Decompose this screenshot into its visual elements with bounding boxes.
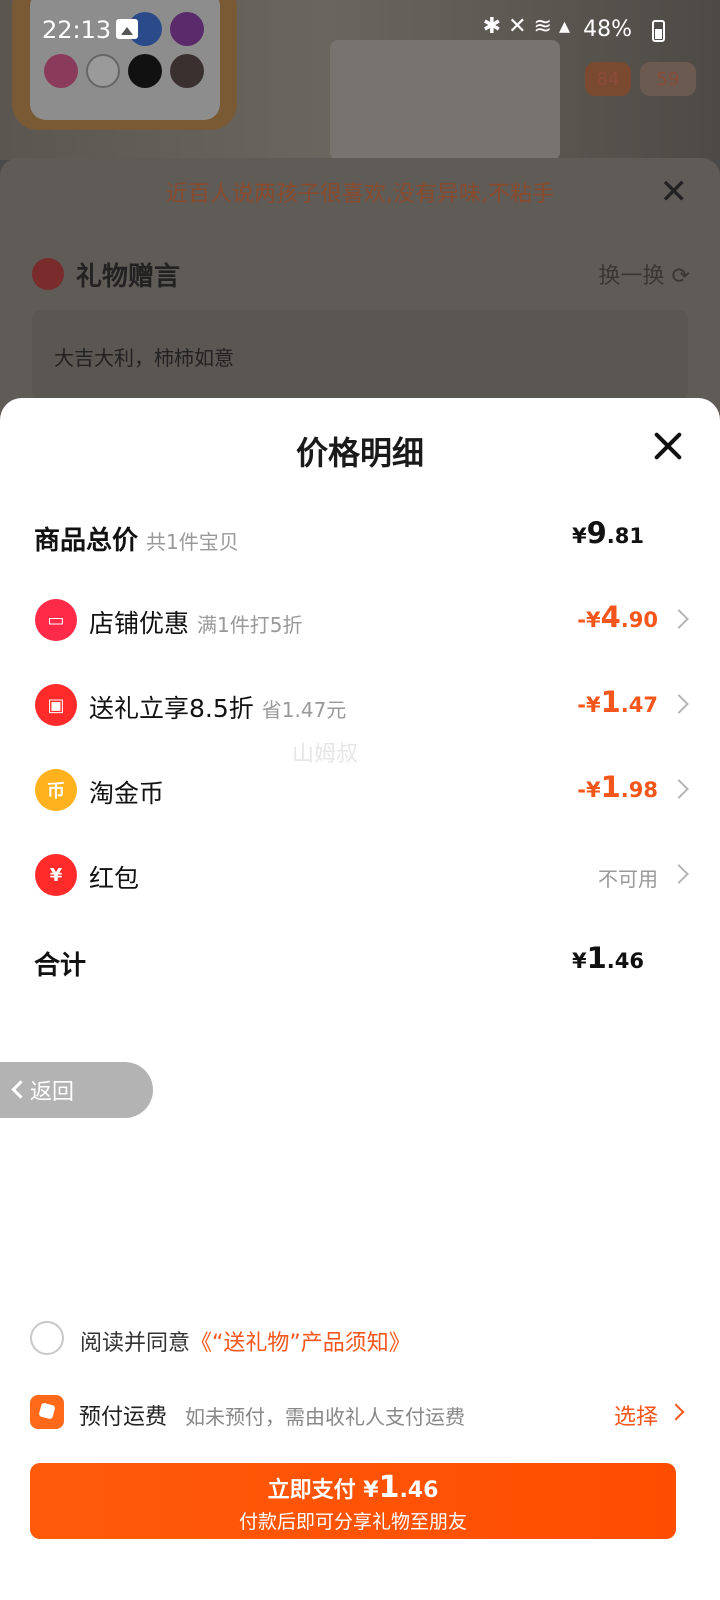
- gift-icon: ▣: [35, 684, 77, 726]
- chevron-left-icon: [11, 1080, 30, 1099]
- freight-icon: [30, 1395, 64, 1429]
- chevron-right-icon: [669, 864, 689, 884]
- back-label: 返回: [30, 1080, 75, 1105]
- coin-icon: 币: [35, 769, 77, 811]
- status-time: 22:13: [42, 16, 112, 44]
- back-button[interactable]: 返回: [0, 1062, 153, 1118]
- freight-title: 预付运费: [79, 1405, 168, 1430]
- gift-discount-saving: 省1.47元: [261, 698, 347, 722]
- coin-label: 淘金币: [89, 779, 165, 808]
- review-banner: 近百人说两孩子很喜欢,没有异味,不粘手: [166, 182, 554, 207]
- total-row: 合计 ¥1.46: [0, 933, 720, 993]
- store-icon: ▭: [35, 599, 77, 641]
- total-label: 合计: [34, 951, 87, 981]
- redpack-status: 不可用: [598, 867, 658, 891]
- badge-count: 59: [640, 62, 696, 96]
- chevron-right-icon: [667, 1403, 685, 1421]
- redpack-label: 红包: [89, 864, 140, 893]
- status-icons: ✱ ✕ ≋ ▴: [482, 14, 570, 39]
- freight-select-button[interactable]: 选择: [614, 1399, 658, 1431]
- goods-count: 共1件宝贝: [146, 530, 239, 554]
- gift-card-dimmed: 近百人说两孩子很喜欢,没有异味,不粘手 ✕ 礼物赠言 换一换 ⟳ 大吉大利，柿柿…: [0, 158, 720, 418]
- freight-hint: 如未预付，需由收礼人支付运费: [185, 1405, 465, 1429]
- goods-total-label: 商品总价 共1件宝贝: [34, 526, 239, 556]
- image-notification-icon: [116, 19, 138, 39]
- status-bar: 22:13 48% ✱ ✕ ≋ ▴: [0, 0, 720, 60]
- chevron-right-icon: [669, 609, 689, 629]
- close-icon: ✕: [659, 172, 689, 212]
- sheet-title: 价格明细: [295, 434, 424, 472]
- pay-button-subtext: 付款后即可分享礼物至朋友: [238, 1511, 467, 1533]
- agreement-row: 阅读并同意《“送礼物”产品须知》: [30, 1321, 690, 1357]
- total-amount: ¥1.46: [571, 941, 644, 975]
- gift-discount-row[interactable]: ▣ 送礼立享8.5折 省1.47元 -¥1.47: [0, 677, 720, 737]
- chevron-right-icon: [669, 694, 689, 714]
- pay-now-button[interactable]: 立即支付 ¥1.46 付款后即可分享礼物至朋友: [30, 1463, 676, 1539]
- gift-discount-label: 送礼立享8.5折 省1.47元: [89, 694, 347, 723]
- red-packet-icon: ¥: [35, 854, 77, 896]
- badge-count: 84: [585, 62, 631, 96]
- store-discount-rule: 满1件打5折: [197, 613, 303, 637]
- chevron-right-icon: [669, 779, 689, 799]
- battery-icon: [652, 20, 665, 42]
- store-discount-amount: -¥4.90: [577, 600, 658, 634]
- watermark: 山姆叔: [292, 742, 359, 767]
- gift-discount-amount: -¥1.47: [577, 685, 658, 719]
- prepaid-freight-row[interactable]: 预付运费 如未预付，需由收礼人支付运费 选择: [30, 1393, 690, 1433]
- agreement-text: 阅读并同意《“送礼物”产品须知》: [80, 1331, 411, 1356]
- goods-total-row: 商品总价 共1件宝贝 ¥9.81: [0, 508, 720, 568]
- agreement-link[interactable]: 《“送礼物”产品须知》: [190, 1331, 411, 1356]
- swap-label: 换一换: [598, 264, 665, 289]
- agreement-checkbox[interactable]: [30, 1321, 64, 1355]
- battery-percent: 48%: [583, 17, 632, 42]
- close-button[interactable]: [648, 426, 688, 466]
- swap-button: 换一换 ⟳: [598, 264, 690, 289]
- redpack-row[interactable]: ¥ 红包 不可用: [0, 847, 720, 907]
- pay-button-label: 立即支付 ¥1.46: [267, 1470, 439, 1505]
- goods-total-amount: ¥9.81: [571, 516, 644, 550]
- gift-title: 礼物赠言: [76, 262, 181, 292]
- coin-row[interactable]: 币 淘金币 -¥1.98: [0, 762, 720, 822]
- store-discount-label: 店铺优惠 满1件打5折: [89, 609, 303, 638]
- gift-message: 大吉大利，柿柿如意: [32, 310, 688, 400]
- coin-amount: -¥1.98: [577, 770, 658, 804]
- gift-icon: [32, 258, 64, 290]
- store-discount-row[interactable]: ▭ 店铺优惠 满1件打5折 -¥4.90: [0, 592, 720, 652]
